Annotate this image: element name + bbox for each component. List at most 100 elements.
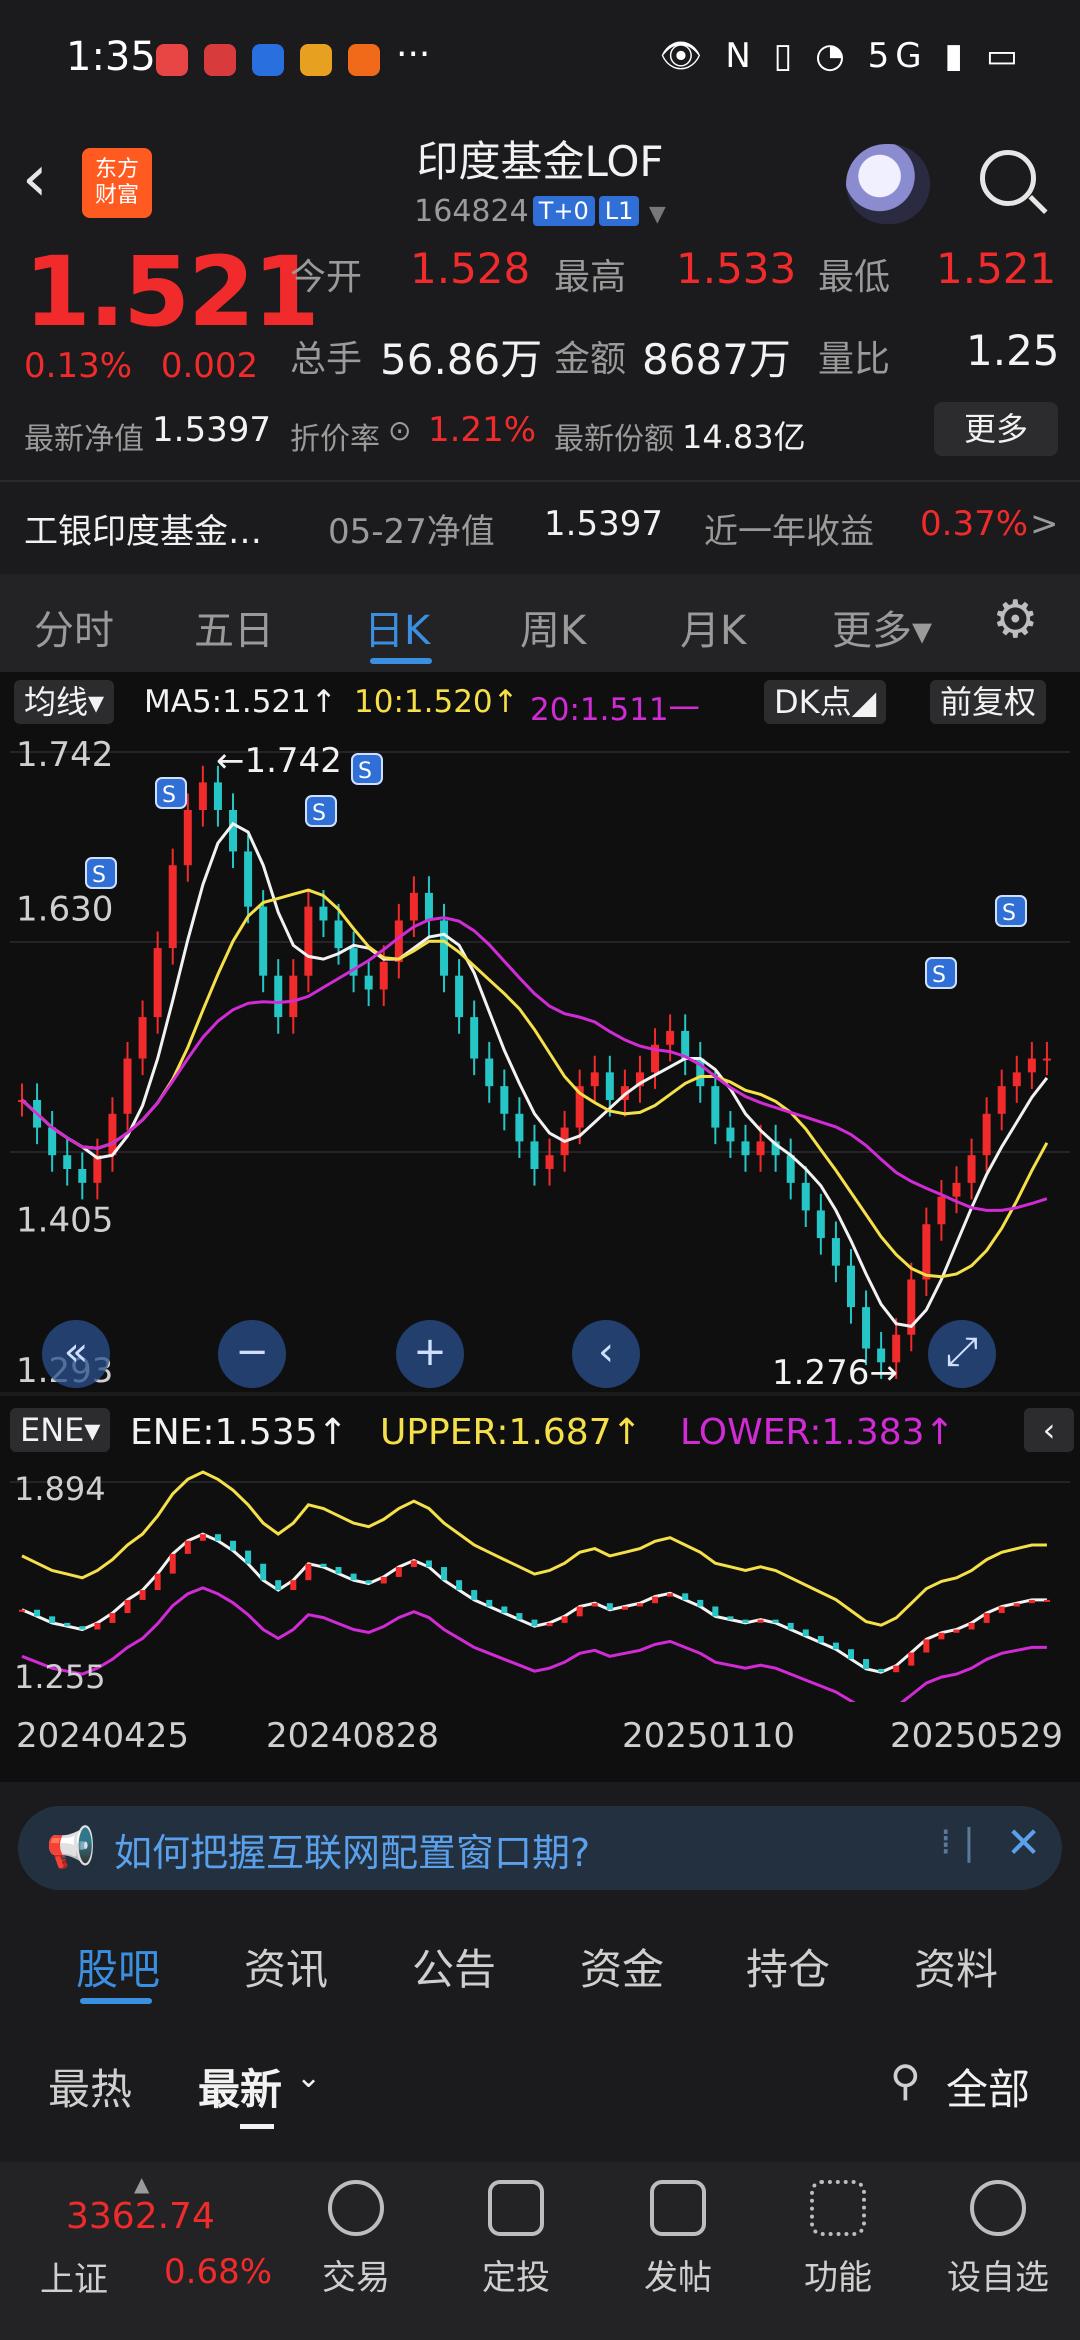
candle-body: [319, 906, 328, 921]
ene-lower-line: [21, 1586, 1047, 1715]
candlestick-chart[interactable]: 1.7421.6301.4051.293←1.7421.276→SSSSSS: [0, 732, 1080, 1393]
candle-body: [198, 782, 207, 810]
date-label: 20240425: [16, 1716, 190, 1756]
tab-daily-k[interactable]: 日K: [364, 598, 430, 656]
mini-candle: [425, 1560, 432, 1568]
fullscreen-icon[interactable]: ⤢: [928, 1320, 996, 1388]
high-label: 最高: [554, 257, 627, 298]
nav-invest[interactable]: 定投: [456, 2180, 576, 2299]
mini-candle: [636, 1603, 643, 1607]
rewind-icon[interactable]: «: [42, 1320, 110, 1388]
zoom-out-icon[interactable]: −: [218, 1320, 286, 1388]
filter-icon[interactable]: ⚲: [890, 2056, 921, 2105]
edit-icon: [650, 2180, 706, 2236]
mini-candle: [94, 1622, 101, 1630]
nav-functions[interactable]: 功能: [778, 2180, 898, 2299]
mini-candle: [501, 1606, 508, 1614]
fund-info-row[interactable]: 工银印度基金… 05-27净值 1.5397 近一年收益 0.37% >: [0, 482, 1080, 568]
notification-app-icon: [252, 44, 284, 76]
tab-announcement[interactable]: 公告: [412, 1936, 496, 1997]
candle-body: [500, 1086, 509, 1114]
tab-monthly-k[interactable]: 月K: [680, 598, 746, 656]
tab-news[interactable]: 资讯: [244, 1936, 328, 1997]
more-button[interactable]: 更多: [934, 402, 1058, 456]
candlestick-svg: 1.7421.6301.4051.293←1.7421.276→SSSSSS: [10, 735, 1070, 1393]
min-price-marker: 1.276→: [772, 1353, 898, 1392]
mini-candle: [938, 1632, 945, 1640]
sort-hot[interactable]: 最热: [48, 2056, 132, 2117]
weibo-icon: [300, 44, 332, 76]
search-icon[interactable]: [980, 150, 1036, 206]
mini-candle: [742, 1619, 749, 1623]
low-label: 最低: [818, 257, 891, 298]
mini-candle: [863, 1659, 870, 1669]
adjust-button[interactable]: 前复权: [930, 680, 1047, 724]
candle-body: [123, 1058, 132, 1114]
status-bar: 1:35 ··· 👁 N ▯ ◔ 5G ▮ ▭: [0, 0, 1080, 120]
year-return-value: 0.37%: [920, 504, 1029, 544]
ene-chart[interactable]: 1.894 1.255: [0, 1462, 1080, 1715]
settings-gear-icon[interactable]: ⚙: [992, 590, 1039, 650]
mini-candle: [832, 1642, 839, 1650]
discount-label: 折价率: [290, 422, 380, 457]
candle-body: [530, 1141, 539, 1170]
mini-candle: [757, 1619, 764, 1623]
assistant-robot-icon[interactable]: [846, 144, 930, 224]
nav-trade[interactable]: 交易: [296, 2180, 416, 2299]
nav-post[interactable]: 发帖: [618, 2180, 738, 2299]
mini-candle: [214, 1534, 221, 1541]
tab-profile[interactable]: 资料: [914, 1936, 998, 1997]
candle-body: [379, 961, 388, 990]
news-banner[interactable]: 📢 如何把握互联网配置窗口期? ⁞ | ✕: [18, 1806, 1062, 1890]
mini-candle: [410, 1560, 417, 1568]
tab-weekly-k[interactable]: 周K: [520, 598, 586, 656]
max-price-marker: ←1.742: [216, 741, 342, 781]
tab-five-day[interactable]: 五日: [194, 598, 274, 656]
tab-holdings[interactable]: 持仓: [746, 1936, 830, 1997]
ma-selector[interactable]: 均线▾: [14, 680, 115, 724]
mini-candle: [395, 1567, 402, 1577]
indicator-selector[interactable]: ENE▾: [10, 1408, 111, 1452]
collapse-icon[interactable]: ‹: [1024, 1408, 1074, 1452]
mini-candle: [169, 1553, 176, 1574]
candle-body: [741, 1141, 750, 1156]
candle-body: [1042, 1058, 1051, 1061]
tab-guba[interactable]: 股吧: [76, 1936, 160, 1997]
mini-candle: [441, 1567, 448, 1581]
open-value: 1.528: [410, 244, 531, 293]
sort-latest[interactable]: 最新: [198, 2056, 282, 2117]
close-icon[interactable]: ✕: [1006, 1818, 1041, 1867]
mini-candle: [365, 1580, 372, 1584]
info-icon[interactable]: ⊙: [388, 414, 411, 447]
candle-body: [244, 851, 253, 907]
date-label: 20250529: [890, 1716, 1064, 1756]
tab-capital[interactable]: 资金: [580, 1936, 664, 1997]
chevron-right-icon: >: [1030, 504, 1059, 544]
sort-indicator: [240, 2124, 274, 2129]
candle-body: [756, 1141, 765, 1156]
mini-candle: [245, 1550, 252, 1564]
mini-candle: [456, 1580, 463, 1591]
mini-candle: [124, 1599, 131, 1614]
tab-intraday[interactable]: 分时: [34, 598, 114, 656]
shares-label: 最新份额: [554, 422, 674, 457]
dk-point-button[interactable]: DK点◢: [764, 680, 887, 724]
mini-candle: [908, 1652, 915, 1666]
candle-body: [334, 920, 343, 949]
chevron-up-icon: ▲: [134, 2172, 150, 2196]
candle-body: [846, 1265, 855, 1308]
scroll-left-icon[interactable]: ‹: [572, 1320, 640, 1388]
mini-candle: [305, 1563, 312, 1581]
candle-body: [108, 1113, 117, 1156]
zoom-in-icon[interactable]: +: [396, 1320, 464, 1388]
chart-icon: [488, 2180, 544, 2236]
filter-all[interactable]: 全部: [946, 2056, 1030, 2117]
nav-watchlist[interactable]: 设自选: [938, 2180, 1058, 2299]
candle-body: [168, 865, 177, 949]
tab-more[interactable]: 更多▾: [832, 598, 932, 656]
candle-body: [982, 1113, 991, 1156]
mini-candle: [621, 1606, 628, 1610]
index-value[interactable]: 3362.74: [66, 2196, 215, 2237]
mini-candle: [652, 1596, 659, 1604]
candle-body: [213, 782, 222, 810]
